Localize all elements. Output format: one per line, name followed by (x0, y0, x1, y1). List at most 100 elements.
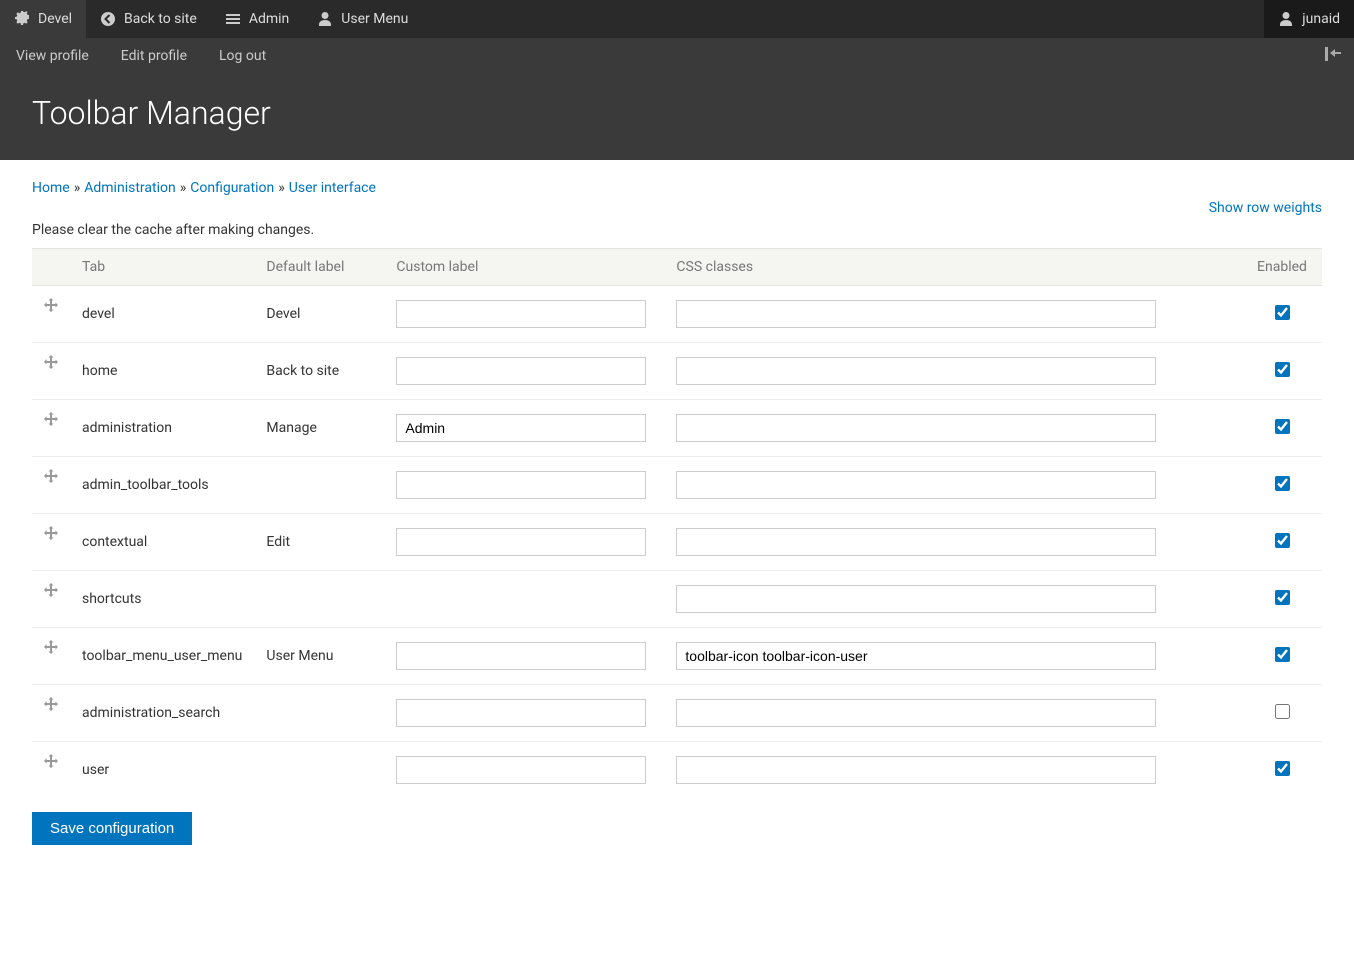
subtoolbar-item-view-profile[interactable]: View profile (0, 38, 105, 74)
cell-tab: shortcuts (70, 571, 254, 628)
cell-tab: admin_toolbar_tools (70, 457, 254, 514)
css-classes-input[interactable] (676, 699, 1156, 727)
breadcrumb-link[interactable]: Configuration (190, 180, 274, 196)
back-icon (100, 11, 116, 27)
toolbar-item-user-menu[interactable]: User Menu (303, 0, 422, 38)
gear-icon (14, 11, 30, 27)
show-row-weights-link[interactable]: Show row weights (1209, 200, 1322, 216)
enabled-checkbox[interactable] (1275, 419, 1290, 434)
top-toolbar: Devel Back to site Admin User Menu junaid (0, 0, 1354, 38)
cell-default: Back to site (254, 343, 384, 400)
breadcrumb: Home»Administration»Configuration»User i… (32, 180, 1322, 196)
cell-default: User Menu (254, 628, 384, 685)
th-custom: Custom label (384, 249, 664, 286)
th-css: CSS classes (664, 249, 1242, 286)
cell-tab: administration_search (70, 685, 254, 742)
enabled-checkbox[interactable] (1275, 761, 1290, 776)
table-row: shortcuts (32, 571, 1322, 628)
drag-handle[interactable] (44, 412, 58, 430)
drag-handle[interactable] (44, 469, 58, 487)
cell-default: Devel (254, 286, 384, 343)
enabled-checkbox[interactable] (1275, 476, 1290, 491)
page-title: Toolbar Manager (32, 94, 1322, 132)
cell-tab: contextual (70, 514, 254, 571)
table-row: administration Manage (32, 400, 1322, 457)
toolbar-item-label: Devel (38, 11, 72, 27)
enabled-checkbox[interactable] (1275, 704, 1290, 719)
custom-label-input[interactable] (396, 528, 646, 556)
drag-handle[interactable] (44, 697, 58, 715)
custom-label-input[interactable] (396, 357, 646, 385)
th-tab: Tab (70, 249, 254, 286)
toolbar-item-devel[interactable]: Devel (0, 0, 86, 38)
drag-handle[interactable] (44, 355, 58, 373)
table-row: toolbar_menu_user_menu User Menu (32, 628, 1322, 685)
custom-label-input[interactable] (396, 414, 646, 442)
css-classes-input[interactable] (676, 471, 1156, 499)
toolbar-item-admin[interactable]: Admin (211, 0, 303, 38)
table-row: admin_toolbar_tools (32, 457, 1322, 514)
css-classes-input[interactable] (676, 357, 1156, 385)
table-row: user (32, 742, 1322, 799)
custom-label-input[interactable] (396, 642, 646, 670)
cell-default: Manage (254, 400, 384, 457)
enabled-checkbox[interactable] (1275, 533, 1290, 548)
table-row: administration_search (32, 685, 1322, 742)
css-classes-input[interactable] (676, 585, 1156, 613)
toolbar-item-label: Admin (249, 11, 289, 27)
drag-handle[interactable] (44, 583, 58, 601)
cell-default (254, 742, 384, 799)
custom-label-input[interactable] (396, 699, 646, 727)
table-row: home Back to site (32, 343, 1322, 400)
save-button[interactable]: Save configuration (32, 812, 192, 845)
toolbar-item-label: Back to site (124, 11, 197, 27)
custom-label-input[interactable] (396, 756, 646, 784)
orientation-icon (1324, 45, 1342, 63)
page-header: Toolbar Manager (0, 74, 1354, 160)
enabled-checkbox[interactable] (1275, 362, 1290, 377)
table-row: contextual Edit (32, 514, 1322, 571)
drag-handle[interactable] (44, 298, 58, 316)
css-classes-input[interactable] (676, 528, 1156, 556)
cell-tab: user (70, 742, 254, 799)
enabled-checkbox[interactable] (1275, 647, 1290, 662)
drag-handle[interactable] (44, 754, 58, 772)
cell-tab: devel (70, 286, 254, 343)
table-row: devel Devel (32, 286, 1322, 343)
drag-handle[interactable] (44, 640, 58, 658)
toolbar-table: Tab Default label Custom label CSS class… (32, 248, 1322, 798)
cell-default: Edit (254, 514, 384, 571)
cell-tab: administration (70, 400, 254, 457)
th-enabled: Enabled (1242, 249, 1322, 286)
user-icon (1278, 11, 1294, 27)
toolbar-item-back-to-site[interactable]: Back to site (86, 0, 211, 38)
drag-handle[interactable] (44, 526, 58, 544)
css-classes-input[interactable] (676, 756, 1156, 784)
subtoolbar-item-log-out[interactable]: Log out (203, 38, 282, 74)
user-icon (317, 11, 333, 27)
menu-icon (225, 11, 241, 27)
css-classes-input[interactable] (676, 414, 1156, 442)
toolbar-user[interactable]: junaid (1264, 0, 1354, 38)
cell-default (254, 685, 384, 742)
orientation-toggle[interactable] (1324, 45, 1354, 67)
cell-tab: home (70, 343, 254, 400)
cell-default (254, 457, 384, 514)
custom-label-input[interactable] (396, 300, 646, 328)
toolbar-item-label: User Menu (341, 11, 408, 27)
cell-default (254, 571, 384, 628)
subtoolbar-item-edit-profile[interactable]: Edit profile (105, 38, 203, 74)
toolbar-user-label: junaid (1302, 11, 1340, 27)
th-default: Default label (254, 249, 384, 286)
custom-label-input[interactable] (396, 471, 646, 499)
breadcrumb-link[interactable]: Administration (84, 180, 175, 196)
notice-text: Please clear the cache after making chan… (32, 222, 1322, 238)
css-classes-input[interactable] (676, 300, 1156, 328)
enabled-checkbox[interactable] (1275, 590, 1290, 605)
css-classes-input[interactable] (676, 642, 1156, 670)
breadcrumb-link[interactable]: Home (32, 180, 70, 196)
enabled-checkbox[interactable] (1275, 305, 1290, 320)
breadcrumb-link[interactable]: User interface (289, 180, 376, 196)
sub-toolbar: View profileEdit profileLog out (0, 38, 1354, 74)
cell-tab: toolbar_menu_user_menu (70, 628, 254, 685)
